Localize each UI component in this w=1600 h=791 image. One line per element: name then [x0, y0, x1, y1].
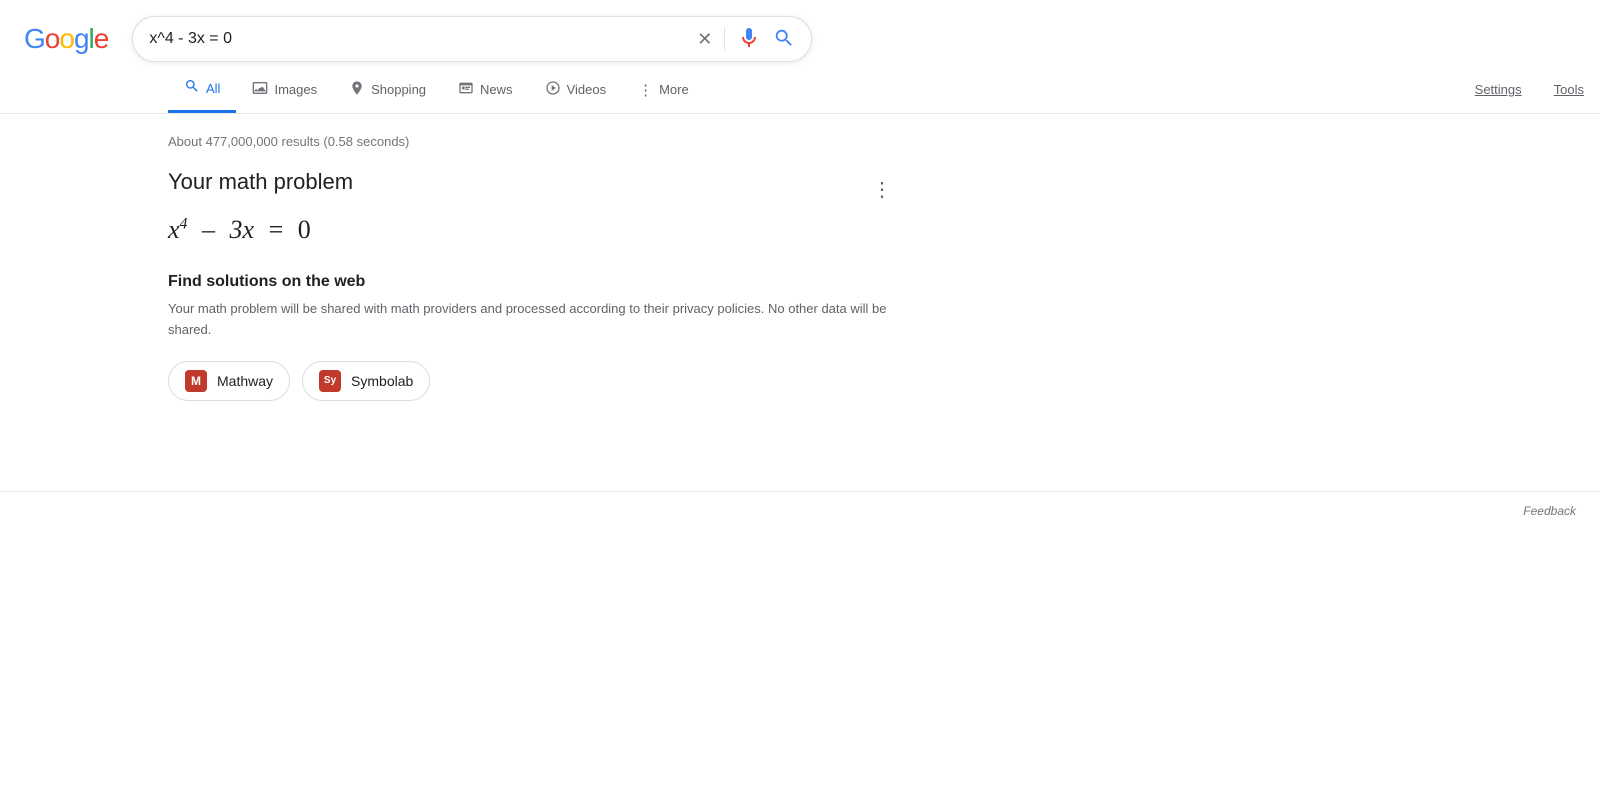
solver-buttons: M Mathway Sy Symbolab	[168, 361, 900, 401]
math-card: ⋮ Your math problem x4 – 3x = 0 Find sol…	[168, 169, 900, 401]
tab-more-label: More	[659, 82, 689, 97]
tab-videos-label: Videos	[567, 82, 607, 97]
tab-images-label: Images	[274, 82, 317, 97]
tab-more[interactable]: ⋮ More	[622, 69, 705, 111]
tab-shopping[interactable]: Shopping	[333, 68, 442, 112]
find-solutions-desc: Your math problem will be shared with ma…	[168, 299, 900, 341]
find-solutions-title: Find solutions on the web	[168, 273, 900, 291]
search-icons: ✕	[697, 26, 795, 53]
search-submit-icon[interactable]	[773, 27, 795, 52]
nav-right: Settings Tools	[1459, 70, 1600, 109]
symbolab-label: Symbolab	[351, 373, 413, 389]
tools-label: Tools	[1554, 82, 1584, 97]
search-bar: x^4 - 3x = 0 ✕	[132, 16, 812, 62]
footer-bar: Feedback	[0, 491, 1600, 530]
clear-icon[interactable]: ✕	[697, 30, 712, 48]
tab-images[interactable]: Images	[236, 68, 333, 112]
videos-icon	[545, 80, 561, 100]
symbolab-icon: Sy	[319, 370, 341, 392]
tab-all-label: All	[206, 81, 220, 96]
tools-link[interactable]: Tools	[1538, 70, 1600, 109]
mathway-button[interactable]: M Mathway	[168, 361, 290, 401]
search-divider	[724, 27, 725, 51]
tab-all[interactable]: All	[168, 66, 236, 113]
results-stats: About 477,000,000 results (0.58 seconds)	[168, 134, 900, 149]
tab-news[interactable]: News	[442, 68, 529, 112]
main-content: About 477,000,000 results (0.58 seconds)…	[0, 114, 900, 451]
nav-tabs: All Images Shopping News Videos ⋮ More S…	[0, 66, 1600, 114]
card-menu-icon[interactable]: ⋮	[864, 173, 900, 206]
settings-label: Settings	[1475, 82, 1522, 97]
header: Google x^4 - 3x = 0 ✕	[0, 0, 1600, 62]
search-input[interactable]: x^4 - 3x = 0	[149, 30, 689, 48]
math-card-title: Your math problem	[168, 169, 900, 195]
settings-link[interactable]: Settings	[1459, 70, 1538, 109]
news-icon	[458, 80, 474, 100]
tab-videos[interactable]: Videos	[529, 68, 623, 112]
equation-text: x4 – 3x = 0	[168, 215, 311, 245]
more-dots-icon: ⋮	[638, 81, 653, 99]
images-icon	[252, 80, 268, 100]
tab-shopping-label: Shopping	[371, 82, 426, 97]
shopping-icon	[349, 80, 365, 100]
mic-icon[interactable]	[737, 26, 761, 53]
math-equation: x4 – 3x = 0	[168, 215, 900, 245]
all-icon	[184, 78, 200, 98]
mathway-icon: M	[185, 370, 207, 392]
tab-news-label: News	[480, 82, 513, 97]
google-logo[interactable]: Google	[24, 23, 108, 55]
feedback-link[interactable]: Feedback	[1523, 504, 1576, 518]
mathway-label: Mathway	[217, 373, 273, 389]
symbolab-button[interactable]: Sy Symbolab	[302, 361, 430, 401]
